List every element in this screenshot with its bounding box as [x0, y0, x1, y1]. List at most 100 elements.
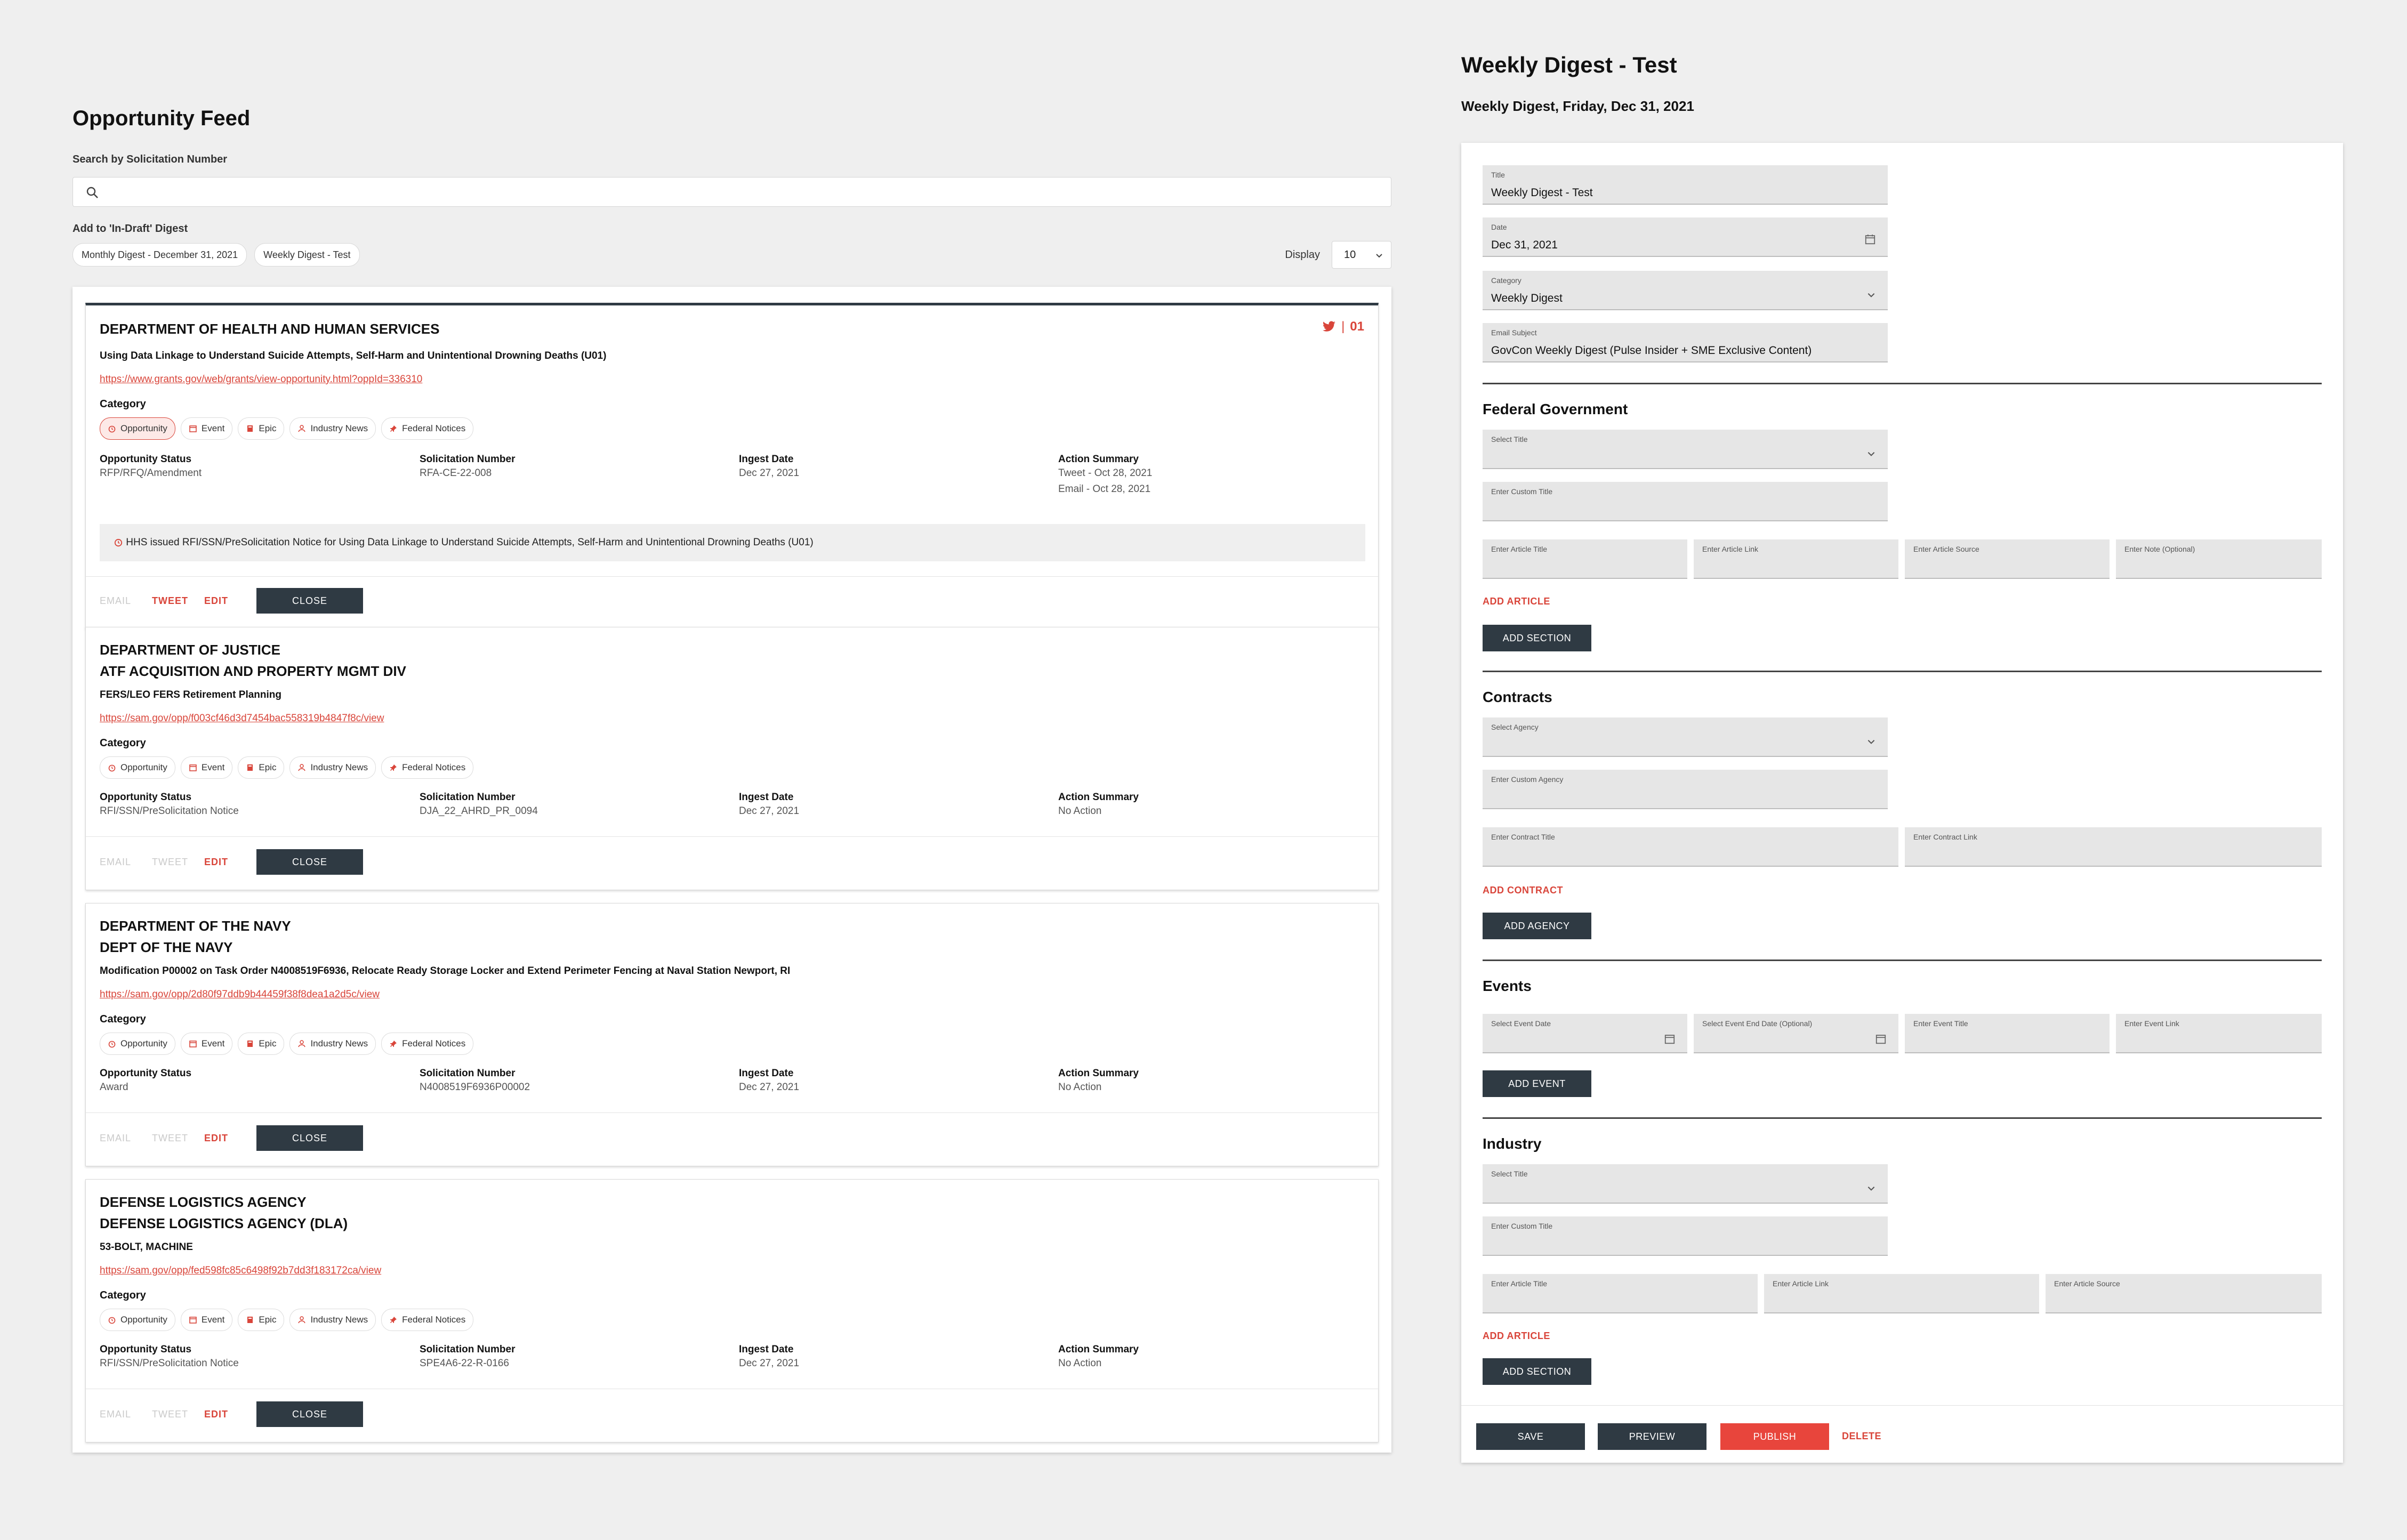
category-chip-federal-notices[interactable]: Federal Notices [381, 417, 474, 440]
category-chip-federal-notices[interactable]: Federal Notices [381, 756, 474, 779]
federal-custom-title[interactable]: Enter Custom Title [1483, 482, 1888, 521]
alarm-icon [108, 425, 116, 433]
close-button[interactable]: CLOSE [256, 588, 363, 614]
category-chip-federal-notices[interactable]: Federal Notices [381, 1033, 474, 1055]
email-action[interactable]: EMAIL [100, 1409, 152, 1420]
edit-action[interactable]: EDIT [204, 857, 256, 868]
federal-select-title[interactable]: Select Title [1483, 430, 1888, 469]
search-input[interactable] [109, 182, 1338, 203]
display-select[interactable]: 10 [1332, 241, 1391, 269]
event-start-date[interactable]: Select Event Date [1483, 1014, 1687, 1053]
search-box[interactable] [73, 177, 1391, 207]
add-agency-button[interactable]: ADD AGENCY [1483, 913, 1591, 939]
date-field[interactable]: Date Dec 31, 2021 [1483, 217, 1888, 257]
opportunity-link[interactable]: https://www.grants.gov/web/grants/view-o… [100, 374, 422, 385]
meta-status: Opportunity Status RFP/RFQ/Amendment [100, 454, 202, 481]
digest-chip-weekly[interactable]: Weekly Digest - Test [254, 243, 360, 267]
add-section-button[interactable]: ADD SECTION [1483, 625, 1591, 651]
category-chip-epic[interactable]: Epic [238, 417, 285, 440]
federal-article-source[interactable]: Enter Article Source [1905, 539, 2110, 579]
category-chip-event[interactable]: Event [180, 756, 233, 779]
industry-custom-title[interactable]: Enter Custom Title [1483, 1216, 1888, 1256]
meta-header: Solicitation Number [420, 792, 516, 803]
meta-header: Opportunity Status [100, 1344, 192, 1355]
calendar-icon[interactable] [1864, 233, 1876, 245]
tweet-action[interactable]: TWEET [152, 1133, 204, 1144]
digest-chip-monthly[interactable]: Monthly Digest - December 31, 2021 [73, 243, 247, 267]
preview-button[interactable]: PREVIEW [1598, 1423, 1706, 1450]
edit-action[interactable]: EDIT [204, 595, 256, 607]
category-chip-industry-news[interactable]: Industry News [289, 1033, 376, 1055]
tweet-action[interactable]: TWEET [152, 595, 204, 607]
event-title-field[interactable]: Enter Event Title [1905, 1014, 2110, 1053]
add-section-button[interactable]: ADD SECTION [1483, 1358, 1591, 1385]
industry-article-link[interactable]: Enter Article Link [1764, 1274, 2039, 1313]
email-action[interactable]: EMAIL [100, 1133, 152, 1144]
delete-link[interactable]: DELETE [1842, 1431, 1881, 1442]
email-subject-field[interactable]: Email Subject GovCon Weekly Digest (Puls… [1483, 323, 1888, 362]
category-chip-industry-news[interactable]: Industry News [289, 417, 376, 440]
add-article-link[interactable]: ADD ARTICLE [1483, 596, 1550, 607]
field-label: Select Event Date [1491, 1019, 1551, 1028]
close-button[interactable]: CLOSE [256, 1401, 363, 1427]
opportunity-link[interactable]: https://sam.gov/opp/2d80f97ddb9b44459f38… [100, 989, 380, 1001]
sub-agency-name: DEFENSE LOGISTICS AGENCY (DLA) [100, 1215, 348, 1231]
agency-name: DEPARTMENT OF JUSTICE [100, 642, 280, 658]
contracts-select-agency[interactable]: Select Agency [1483, 717, 1888, 757]
add-event-button[interactable]: ADD EVENT [1483, 1070, 1591, 1097]
publish-button[interactable]: PUBLISH [1720, 1423, 1829, 1450]
category-chip-industry-news[interactable]: Industry News [289, 756, 376, 779]
tweet-action[interactable]: TWEET [152, 1409, 204, 1420]
contracts-custom-agency[interactable]: Enter Custom Agency [1483, 770, 1888, 809]
category-chip-event[interactable]: Event [180, 417, 233, 440]
category-chip-opportunity[interactable]: Opportunity [100, 417, 175, 440]
save-button[interactable]: SAVE [1476, 1423, 1585, 1450]
category-chip-epic[interactable]: Epic [238, 1309, 285, 1331]
category-select[interactable]: Category Weekly Digest [1483, 271, 1888, 310]
title-field[interactable]: Title Weekly Digest - Test [1483, 165, 1888, 205]
email-action[interactable]: EMAIL [100, 595, 152, 607]
close-button[interactable]: CLOSE [256, 849, 363, 875]
meta-header: Opportunity Status [100, 1068, 192, 1079]
card-divider [86, 576, 1378, 577]
tweet-action[interactable]: TWEET [152, 857, 204, 868]
category-chip-event[interactable]: Event [180, 1033, 233, 1055]
calendar-icon[interactable] [1664, 1033, 1676, 1045]
opportunity-title: Modification P00002 on Task Order N40085… [100, 965, 791, 977]
industry-select-title[interactable]: Select Title [1483, 1164, 1888, 1204]
meta-value: SPE4A6-22-R-0166 [420, 1358, 509, 1369]
industry-article-source[interactable]: Enter Article Source [2046, 1274, 2322, 1313]
federal-article-note[interactable]: Enter Note (Optional) [2116, 539, 2322, 579]
edit-action[interactable]: EDIT [204, 1133, 256, 1144]
category-chip-opportunity[interactable]: Opportunity [100, 1309, 175, 1331]
event-end-date[interactable]: Select Event End Date (Optional) [1694, 1014, 1898, 1053]
category-chip-industry-news[interactable]: Industry News [289, 1309, 376, 1331]
industry-article-title[interactable]: Enter Article Title [1483, 1274, 1758, 1313]
category-chip-opportunity[interactable]: Opportunity [100, 1033, 175, 1055]
contract-link-field[interactable]: Enter Contract Link [1905, 827, 2322, 867]
pin-icon [390, 1041, 397, 1047]
opportunity-list[interactable]: | 01 DEPARTMENT OF HEALTH AND HUMAN SERV… [73, 287, 1391, 1453]
calendar-icon[interactable] [1875, 1033, 1887, 1045]
meta-value: No Action [1058, 1358, 1102, 1369]
email-action[interactable]: EMAIL [100, 857, 152, 868]
opportunity-link[interactable]: https://sam.gov/opp/fed598fc85c6498f92b7… [100, 1265, 381, 1277]
edit-action[interactable]: EDIT [204, 1409, 256, 1420]
event-link-field[interactable]: Enter Event Link [2116, 1014, 2322, 1053]
close-button[interactable]: CLOSE [256, 1125, 363, 1151]
federal-article-link[interactable]: Enter Article Link [1694, 539, 1898, 579]
meta-header: Ingest Date [739, 1068, 794, 1079]
add-contract-link[interactable]: ADD CONTRACT [1483, 885, 1563, 896]
category-chip-label: Industry News [310, 1038, 368, 1049]
category-chip-opportunity[interactable]: Opportunity [100, 756, 175, 779]
opportunity-link[interactable]: https://sam.gov/opp/f003cf46d3d7454bac55… [100, 713, 384, 724]
add-article-link[interactable]: ADD ARTICLE [1483, 1331, 1550, 1342]
category-chip-federal-notices[interactable]: Federal Notices [381, 1309, 474, 1331]
category-chip-epic[interactable]: Epic [238, 1033, 285, 1055]
category-chip-epic[interactable]: Epic [238, 756, 285, 779]
category-chip-label: Industry News [310, 762, 368, 772]
category-chip-event[interactable]: Event [180, 1309, 233, 1331]
card-actions: EMAIL TWEET EDIT CLOSE [100, 1125, 363, 1151]
federal-article-title[interactable]: Enter Article Title [1483, 539, 1687, 579]
contract-title-field[interactable]: Enter Contract Title [1483, 827, 1898, 867]
